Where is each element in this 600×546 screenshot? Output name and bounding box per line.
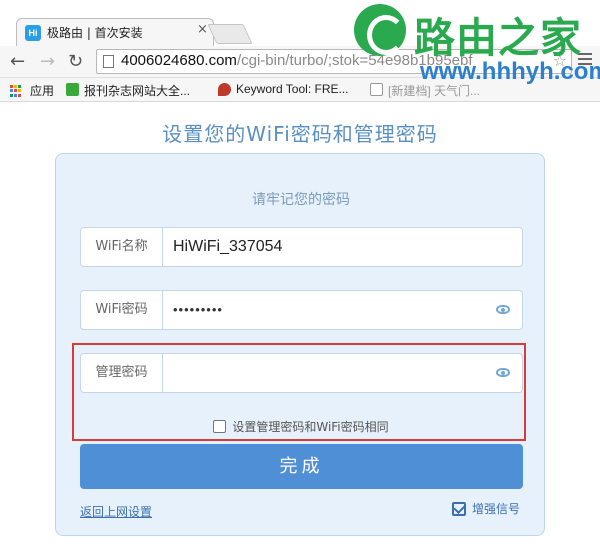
show-admin-password-eye-icon[interactable] xyxy=(496,368,510,377)
hiwifi-favicon-icon: Hi xyxy=(25,25,41,41)
back-arrow-icon[interactable]: ← xyxy=(10,51,25,72)
bookmark-apps[interactable]: 应用 xyxy=(30,82,54,99)
boost-signal-label: 增强信号 xyxy=(471,502,520,516)
form-subtitle: 请牢记您的密码 xyxy=(252,192,350,208)
wifi-password-label: WiFi密码 xyxy=(81,291,163,329)
reload-icon[interactable]: ↻ xyxy=(68,51,83,72)
browser-tab[interactable]: Hi 极路由 | 首次安装 × xyxy=(16,18,214,46)
bookmark-icon xyxy=(66,83,79,96)
wifi-name-input[interactable]: HiWiFi_337054 xyxy=(173,228,282,266)
bookmark-magazine-sites[interactable]: 报刊杂志网站大全... xyxy=(84,82,190,99)
show-password-eye-icon[interactable] xyxy=(496,305,510,314)
url-host: 4006024680.com xyxy=(121,52,237,69)
admin-password-field[interactable]: 管理密码 xyxy=(80,353,523,393)
page-title: 设置您的WiFi密码和管理密码 xyxy=(162,122,438,146)
watermark-url: www.hhhyh.com xyxy=(420,58,600,85)
watermark-text: 路由之家 xyxy=(414,14,582,62)
same-password-checkbox[interactable] xyxy=(213,420,227,433)
wifi-password-input[interactable]: ••••••••• xyxy=(173,291,223,329)
wifi-name-label: WiFi名称 xyxy=(81,228,163,266)
boost-signal-checkbox-icon[interactable] xyxy=(451,502,466,516)
bookmark-keyword-tool[interactable]: Keyword Tool: FRE... xyxy=(236,82,349,96)
wifi-password-field[interactable]: WiFi密码 ••••••••• xyxy=(80,290,523,330)
tab-close-icon[interactable]: × xyxy=(197,22,208,37)
finish-button[interactable]: 完成 xyxy=(80,444,523,489)
tab-title: 极路由 | 首次安装 xyxy=(47,26,143,40)
new-tab-button[interactable] xyxy=(207,24,253,44)
watermark-circle-icon xyxy=(354,4,406,56)
same-password-label: 设置管理密码和WiFi密码相同 xyxy=(232,420,389,434)
wifi-name-field[interactable]: WiFi名称 HiWiFi_337054 xyxy=(80,227,523,267)
forward-arrow-icon[interactable]: → xyxy=(40,51,55,72)
admin-password-label: 管理密码 xyxy=(81,354,163,392)
apps-icon[interactable] xyxy=(10,85,22,97)
boost-signal-option[interactable]: 增强信号 xyxy=(451,500,520,517)
page-icon xyxy=(103,55,114,68)
keyword-tool-icon xyxy=(218,83,231,96)
back-to-network-settings-link[interactable]: 返回上网设置 xyxy=(80,503,152,520)
watermark-logo: 路由之家 www.hhhyh.com xyxy=(344,0,600,102)
setup-form-card: 请牢记您的密码 WiFi名称 HiWiFi_337054 WiFi密码 ••••… xyxy=(55,153,545,536)
same-password-option[interactable]: 设置管理密码和WiFi密码相同 xyxy=(56,418,546,435)
